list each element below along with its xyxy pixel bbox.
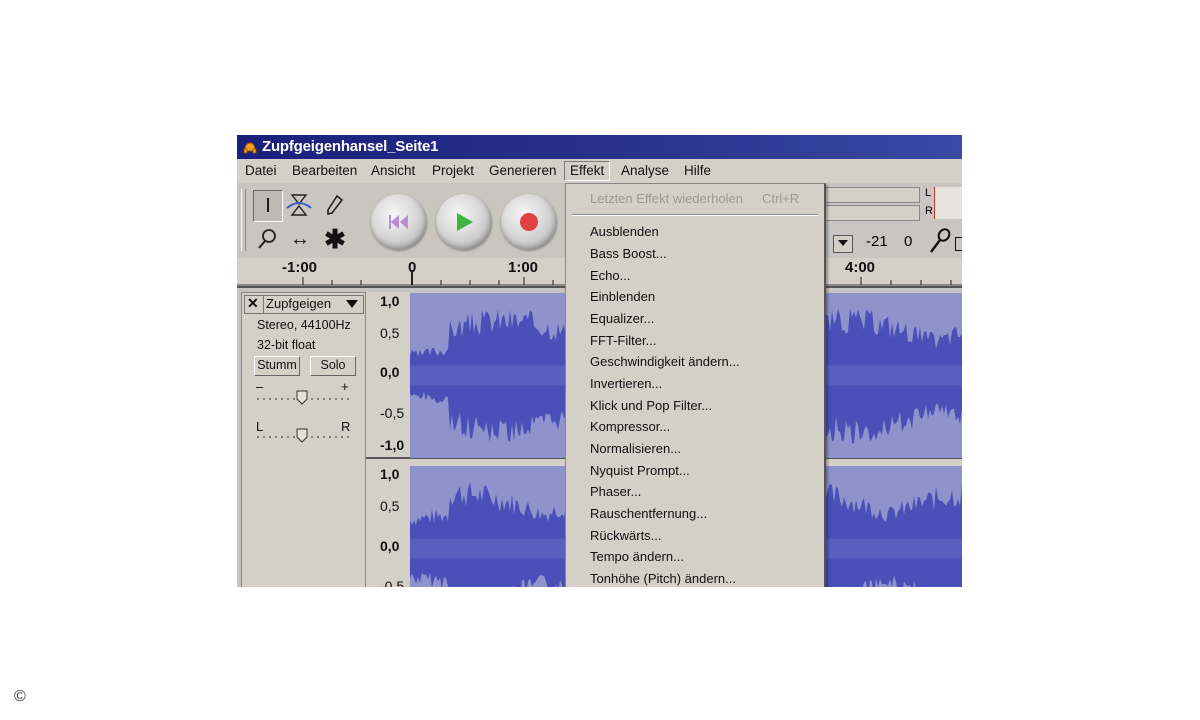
menu-projekt[interactable]: Projekt bbox=[430, 162, 476, 180]
menu-generieren[interactable]: Generieren bbox=[487, 162, 559, 180]
meter-left-label: L bbox=[925, 187, 932, 199]
channel-divider bbox=[366, 457, 410, 459]
ruler-tick-0: 0 bbox=[408, 259, 417, 276]
play-icon bbox=[457, 213, 473, 231]
menu-item-bass-boost[interactable]: Bass Boost... bbox=[590, 245, 667, 263]
skip-start-button[interactable] bbox=[371, 194, 427, 250]
menu-item-rueckwaerts[interactable]: Rückwärts... bbox=[590, 527, 662, 545]
scale-label: 1,0 bbox=[380, 293, 400, 309]
record-button[interactable] bbox=[501, 194, 557, 250]
menu-item-echo[interactable]: Echo... bbox=[590, 267, 630, 285]
menu-item-equalizer[interactable]: Equalizer... bbox=[590, 310, 654, 328]
scale-label: 0,0 bbox=[380, 364, 400, 380]
meter-dropdown[interactable] bbox=[833, 235, 853, 253]
track-bit-depth: 32-bit float bbox=[257, 338, 316, 352]
menu-item-einblenden[interactable]: Einblenden bbox=[590, 288, 655, 306]
menu-item-nyquist[interactable]: Nyquist Prompt... bbox=[590, 462, 690, 480]
zoom-icon[interactable] bbox=[253, 224, 281, 254]
track-name[interactable]: Zupfgeigen bbox=[266, 296, 331, 311]
ruler-tick-4: 4:00 bbox=[845, 259, 876, 276]
menu-analyse[interactable]: Analyse bbox=[619, 162, 671, 180]
select-tool-icon[interactable]: I bbox=[253, 190, 283, 222]
menu-item-rauschentfernung[interactable]: Rauschentfernung... bbox=[590, 505, 707, 523]
menu-separator bbox=[572, 214, 818, 216]
playback-meter bbox=[822, 187, 920, 203]
microphone-icon[interactable] bbox=[927, 227, 953, 255]
menu-item-repeat-last[interactable]: Letzten Effekt wiederholen bbox=[590, 190, 743, 208]
ruler-tick-1: 1:00 bbox=[508, 259, 539, 276]
window-title: Zupfgeigenhansel_Seite1 bbox=[262, 138, 439, 155]
menu-item-klick-pop[interactable]: Klick und Pop Filter... bbox=[590, 397, 712, 415]
menu-ansicht[interactable]: Ansicht bbox=[369, 162, 417, 180]
menu-item-invertieren[interactable]: Invertieren... bbox=[590, 375, 662, 393]
play-button[interactable] bbox=[436, 194, 492, 250]
menu-item-tonhoehe[interactable]: Tonhöhe (Pitch) ändern... bbox=[590, 570, 736, 587]
menu-item-kompressor[interactable]: Kompressor... bbox=[590, 418, 670, 436]
menu-effekt[interactable]: Effekt bbox=[564, 161, 611, 181]
solo-button[interactable]: Solo bbox=[310, 356, 356, 376]
menu-item-fft-filter[interactable]: FFT-Filter... bbox=[590, 332, 656, 350]
timeshift-icon[interactable]: ↔ bbox=[286, 224, 314, 254]
scale-label: 0,5 bbox=[380, 325, 400, 341]
chevron-down-icon bbox=[838, 240, 848, 246]
multi-tool-icon[interactable]: ✱ bbox=[321, 224, 349, 254]
track-format: Stereo, 44100Hz bbox=[257, 318, 351, 332]
meter-db-value: -21 bbox=[866, 233, 888, 250]
toolbar-grip[interactable] bbox=[241, 189, 246, 251]
scale-label: 0,5 bbox=[380, 498, 400, 514]
scale-label: -0,5 bbox=[380, 405, 405, 421]
meter-edge bbox=[955, 237, 962, 251]
menu-bearbeiten[interactable]: Bearbeiten bbox=[290, 162, 359, 180]
scale-label: 0,0 bbox=[380, 538, 400, 554]
audacity-window: Zupfgeigenhansel_Seite1 Datei Bearbeiten… bbox=[237, 135, 962, 587]
menu-item-phaser[interactable]: Phaser... bbox=[590, 483, 641, 501]
menu-datei[interactable]: Datei bbox=[243, 162, 279, 180]
copyright-icon: © bbox=[14, 688, 26, 705]
record-meter bbox=[822, 205, 920, 221]
scale-label: -0,5 bbox=[380, 578, 405, 587]
menu-item-repeat-shortcut: Ctrl+R bbox=[762, 191, 800, 206]
close-track-icon[interactable]: ✕ bbox=[247, 295, 259, 312]
mute-button[interactable]: Stumm bbox=[254, 356, 300, 376]
title-bar: Zupfgeigenhansel_Seite1 bbox=[237, 135, 962, 159]
record-icon bbox=[520, 213, 538, 231]
effekt-menu: Letzten Effekt wiederholen Ctrl+R Ausble… bbox=[565, 183, 826, 587]
pan-slider[interactable] bbox=[255, 427, 355, 443]
pencil-icon[interactable] bbox=[321, 190, 349, 220]
track-menu-chevron-icon[interactable] bbox=[346, 300, 358, 308]
gain-slider[interactable] bbox=[255, 389, 355, 405]
menu-item-normalisieren[interactable]: Normalisieren... bbox=[590, 440, 681, 458]
audacity-icon bbox=[243, 142, 257, 154]
menu-item-geschwindigkeit[interactable]: Geschwindigkeit ändern... bbox=[590, 353, 740, 371]
ruler-tick-minus1: -1:00 bbox=[282, 259, 318, 276]
scale-label: 1,0 bbox=[380, 466, 400, 482]
envelope-tool-icon[interactable] bbox=[285, 190, 313, 220]
menu-hilfe[interactable]: Hilfe bbox=[682, 162, 713, 180]
meter-bar bbox=[934, 187, 962, 219]
menu-item-tempo[interactable]: Tempo ändern... bbox=[590, 548, 684, 566]
meter-right-label: R bbox=[925, 205, 933, 217]
skip-start-icon bbox=[389, 215, 408, 229]
amplitude-scale: 1,0 0,5 0,0 -0,5 -1,0 1,0 0,5 0,0 -0,5 bbox=[365, 292, 410, 587]
scale-label: -1,0 bbox=[380, 437, 405, 453]
header-divider bbox=[263, 295, 264, 313]
menu-item-ausblenden[interactable]: Ausblenden bbox=[590, 223, 659, 241]
meter-db-zero: 0 bbox=[904, 233, 913, 250]
track-control-panel: ✕ Zupfgeigen Stereo, 44100Hz 32-bit floa… bbox=[241, 292, 366, 587]
menu-bar: Datei Bearbeiten Ansicht Projekt Generie… bbox=[237, 159, 962, 183]
